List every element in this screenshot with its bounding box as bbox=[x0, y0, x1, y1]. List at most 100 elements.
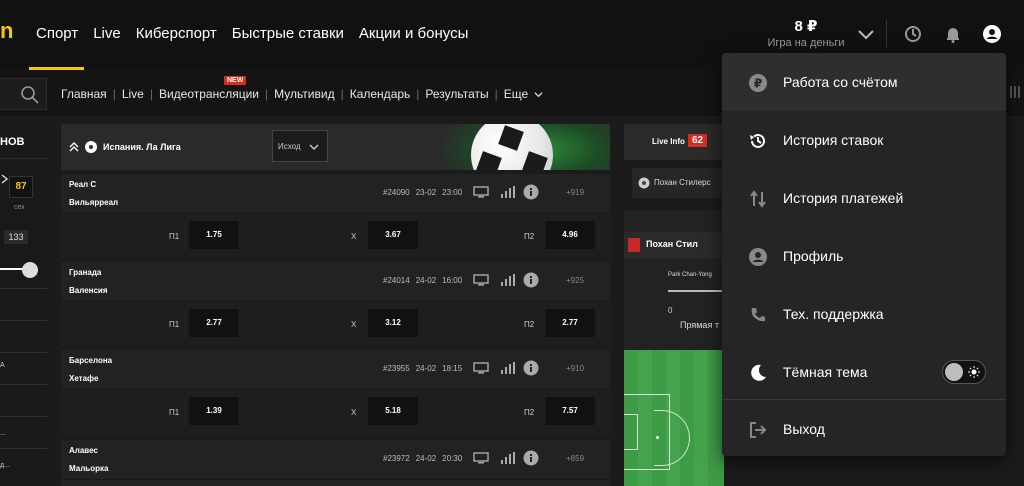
outcome-label: П2 bbox=[524, 320, 535, 329]
match-row[interactable]: Реал С Вильярреал #24090 23-02 23:00 +91… bbox=[61, 174, 610, 258]
stats-icon[interactable] bbox=[499, 274, 515, 286]
outcome-label: X bbox=[351, 320, 357, 329]
broadcast-label[interactable]: Прямая т bbox=[680, 320, 719, 330]
outcome-label: П1 bbox=[169, 232, 180, 241]
odds-p2[interactable]: 4.96 bbox=[545, 221, 595, 249]
account-icon[interactable] bbox=[982, 24, 1002, 44]
nav-live[interactable]: Live bbox=[93, 25, 121, 42]
history-icon bbox=[750, 133, 765, 148]
team-away: Валенсия bbox=[69, 286, 108, 295]
subnav-results[interactable]: Результаты bbox=[425, 87, 488, 101]
balance[interactable]: 8 ₽ Игра на деньги bbox=[766, 17, 846, 49]
menu-item-dark-theme[interactable]: Тёмная тема bbox=[722, 343, 1006, 401]
menu-item-bet-history[interactable]: История ставок bbox=[722, 111, 1006, 169]
odds-x[interactable]: 3.12 bbox=[368, 309, 418, 337]
bell-icon[interactable] bbox=[943, 24, 963, 44]
more-markets[interactable]: +919 bbox=[566, 188, 584, 197]
tv-icon[interactable] bbox=[473, 452, 489, 464]
match-date: 24-02 bbox=[415, 276, 437, 285]
match-row[interactable]: Барселона Хетафе #23955 24-02 18:15 +910… bbox=[61, 350, 610, 434]
match-id: #23972 bbox=[383, 454, 410, 463]
match-id: #24090 bbox=[383, 188, 410, 197]
outcome-select[interactable]: Исход bbox=[272, 130, 328, 162]
balance-amount: 8 ₽ bbox=[794, 18, 818, 35]
team-away: Хетафе bbox=[69, 374, 99, 383]
live-team-tab[interactable]: Похан Стилерс bbox=[632, 168, 724, 198]
league-title[interactable]: Испания. Ла Лига bbox=[69, 140, 181, 154]
nav-fast-bets[interactable]: Быстрые ставки bbox=[232, 25, 344, 42]
history-icon[interactable] bbox=[903, 24, 923, 44]
account-dropdown-menu: ₽ Работа со счётом История ставок Истори… bbox=[722, 53, 1006, 456]
info-icon[interactable] bbox=[523, 272, 539, 288]
team-home: Реал С bbox=[69, 180, 97, 189]
live-count-badge: 62 bbox=[688, 134, 708, 147]
tv-icon[interactable] bbox=[473, 274, 489, 286]
left-item-a[interactable]: А bbox=[0, 362, 5, 369]
live-info-header[interactable]: Live Info 62 bbox=[624, 124, 724, 160]
outcome-label: X bbox=[351, 232, 357, 241]
nav-promotions[interactable]: Акции и бонусы bbox=[359, 25, 468, 42]
info-icon[interactable] bbox=[523, 360, 539, 376]
tv-icon[interactable] bbox=[473, 186, 489, 198]
chevron-down-icon[interactable] bbox=[856, 24, 876, 44]
menu-icon[interactable] bbox=[1008, 82, 1024, 102]
more-markets[interactable]: +910 bbox=[566, 364, 584, 373]
match-time: 20:30 bbox=[442, 454, 463, 463]
dark-theme-toggle[interactable] bbox=[942, 360, 986, 384]
more-markets[interactable]: +859 bbox=[566, 454, 584, 463]
odds-x[interactable]: 5.18 bbox=[368, 397, 418, 425]
outcome-label: П2 bbox=[524, 232, 535, 241]
sub-nav: Главная | Live | Видеотрансляции | Мультиви… bbox=[61, 87, 543, 101]
subnav-live[interactable]: Live bbox=[122, 87, 144, 101]
team-away: Вильярреал bbox=[69, 198, 119, 207]
logo[interactable]: n bbox=[0, 18, 14, 44]
subnav-more[interactable]: Еще bbox=[504, 87, 528, 101]
main-nav: Спорт Live Киберспорт Быстрые ставки Акц… bbox=[36, 25, 468, 42]
nav-esports[interactable]: Киберспорт bbox=[136, 25, 217, 42]
team-home: Гранада bbox=[69, 268, 102, 277]
odds-p1[interactable]: 1.75 bbox=[189, 221, 239, 249]
stats-icon[interactable] bbox=[499, 186, 515, 198]
menu-item-support[interactable]: Тех. поддержка bbox=[722, 285, 1006, 343]
tv-icon[interactable] bbox=[473, 362, 489, 374]
left-item-b[interactable]: ... bbox=[0, 430, 6, 437]
info-icon[interactable] bbox=[523, 184, 539, 200]
match-row[interactable]: Алавес Мальорка #23972 24-02 20:30 +859 bbox=[61, 440, 610, 486]
stats-icon[interactable] bbox=[499, 452, 515, 464]
moon-icon bbox=[751, 364, 766, 381]
left-item-c[interactable]: д... bbox=[0, 462, 10, 469]
collapse-icon[interactable] bbox=[69, 142, 79, 152]
subnav-home[interactable]: Главная bbox=[61, 87, 107, 101]
match-date: 24-02 bbox=[415, 454, 437, 463]
logout-icon bbox=[750, 422, 767, 438]
odds-p1[interactable]: 2.77 bbox=[189, 309, 239, 337]
count-badge: 133 bbox=[4, 230, 28, 244]
odds-x[interactable]: 3.67 bbox=[368, 221, 418, 249]
subnav-streams[interactable]: Видеотрансляции bbox=[159, 87, 259, 101]
menu-item-account[interactable]: ₽ Работа со счётом bbox=[722, 53, 1006, 111]
odds-p2[interactable]: 2.77 bbox=[545, 309, 595, 337]
stats-icon[interactable] bbox=[499, 362, 515, 374]
balance-label: Игра на деньги bbox=[767, 37, 845, 49]
chevron-down-icon[interactable] bbox=[534, 90, 543, 99]
menu-item-logout[interactable]: Выход bbox=[722, 400, 1006, 458]
nav-sport[interactable]: Спорт bbox=[36, 25, 78, 42]
info-icon[interactable] bbox=[523, 450, 539, 466]
team-home: Алавес bbox=[69, 446, 98, 455]
outcome-label: X bbox=[351, 408, 357, 417]
header-separator bbox=[886, 20, 887, 48]
more-markets[interactable]: +925 bbox=[566, 276, 584, 285]
match-row[interactable]: Гранада Валенсия #24014 24-02 16:00 +925… bbox=[61, 262, 610, 346]
outcome-label: П1 bbox=[169, 408, 180, 417]
soccer-ball-image bbox=[471, 124, 553, 170]
slider-knob[interactable] bbox=[22, 262, 38, 278]
search-box[interactable] bbox=[0, 78, 47, 110]
menu-item-payment-history[interactable]: История платежей bbox=[722, 169, 1006, 227]
odds-p1[interactable]: 1.39 bbox=[189, 397, 239, 425]
search-icon bbox=[21, 86, 39, 104]
odds-p2[interactable]: 7.57 bbox=[545, 397, 595, 425]
subnav-multiview[interactable]: Мультивид bbox=[274, 87, 334, 101]
subnav-calendar[interactable]: Календарь bbox=[350, 87, 411, 101]
league-name: Испания. Ла Лига bbox=[103, 142, 181, 152]
menu-item-profile[interactable]: Профиль bbox=[722, 227, 1006, 285]
